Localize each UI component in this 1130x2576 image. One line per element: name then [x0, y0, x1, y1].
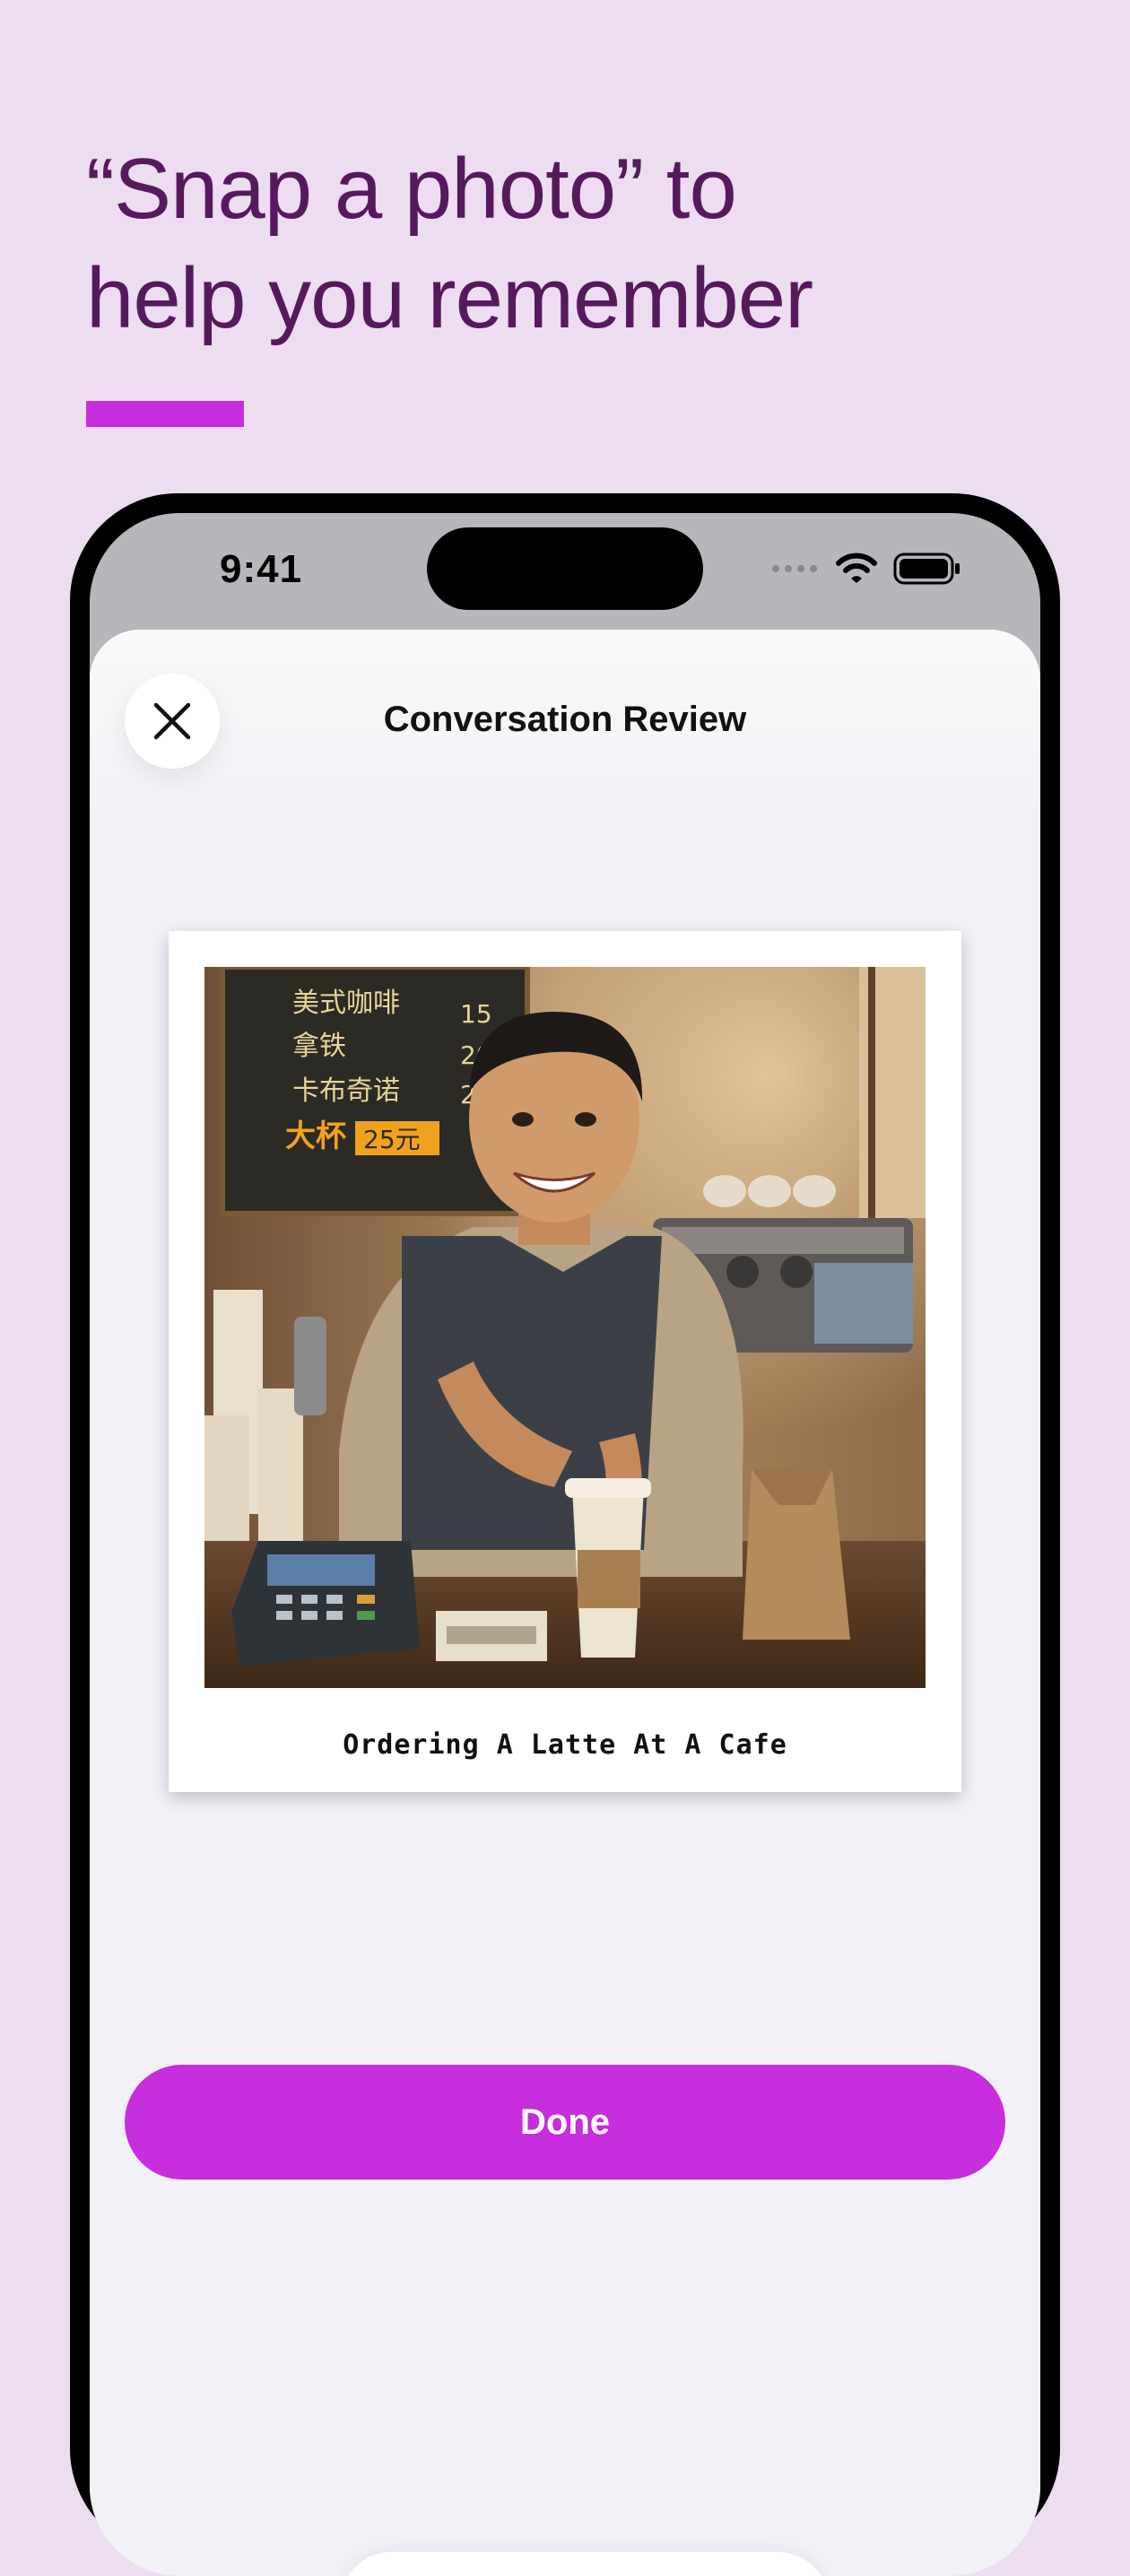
menu-special-price: 25元 — [363, 1125, 421, 1154]
menu-item-3: 卡布奇诺 — [292, 1075, 400, 1107]
headline: “Snap a photo” to help you remember — [86, 135, 1055, 353]
wifi-icon — [836, 553, 877, 583]
menu-price-1: 15 — [460, 999, 492, 1029]
menu-item-1: 美式咖啡 — [292, 988, 400, 1019]
polaroid-card: 美式咖啡 15 拿铁 20 卡布奇诺 22 大杯 25元 — [169, 931, 961, 1792]
battery-icon — [893, 553, 960, 585]
photo-caption: Ordering A Latte At A Cafe — [343, 1729, 787, 1761]
bottom-toolbar: # — [339, 2552, 830, 2576]
cafe-photo: 美式咖啡 15 拿铁 20 卡布奇诺 22 大杯 25元 — [204, 967, 926, 1688]
status-bar: 9:41 — [90, 513, 1040, 630]
phone-screen: 9:41 Conversation Review 美式咖啡 15 拿铁 20 卡… — [90, 513, 1040, 2576]
headline-line-2: help you remember — [86, 250, 813, 346]
headline-line-1: “Snap a photo” to — [86, 141, 737, 237]
phone-frame: 9:41 Conversation Review 美式咖啡 15 拿铁 20 卡… — [70, 493, 1060, 2576]
signal-dots-icon — [772, 565, 817, 572]
menu-special-item: 大杯 — [285, 1118, 346, 1154]
status-time: 9:41 — [220, 547, 303, 591]
dynamic-island — [427, 527, 703, 610]
done-button[interactable]: Done — [125, 2065, 1005, 2180]
headline-accent-bar — [86, 401, 244, 427]
menu-item-2: 拿铁 — [292, 1031, 346, 1062]
sheet-title: Conversation Review — [383, 700, 747, 739]
conversation-review-sheet: Conversation Review 美式咖啡 15 拿铁 20 卡布奇诺 大… — [90, 630, 1040, 2576]
status-icons — [771, 549, 961, 588]
